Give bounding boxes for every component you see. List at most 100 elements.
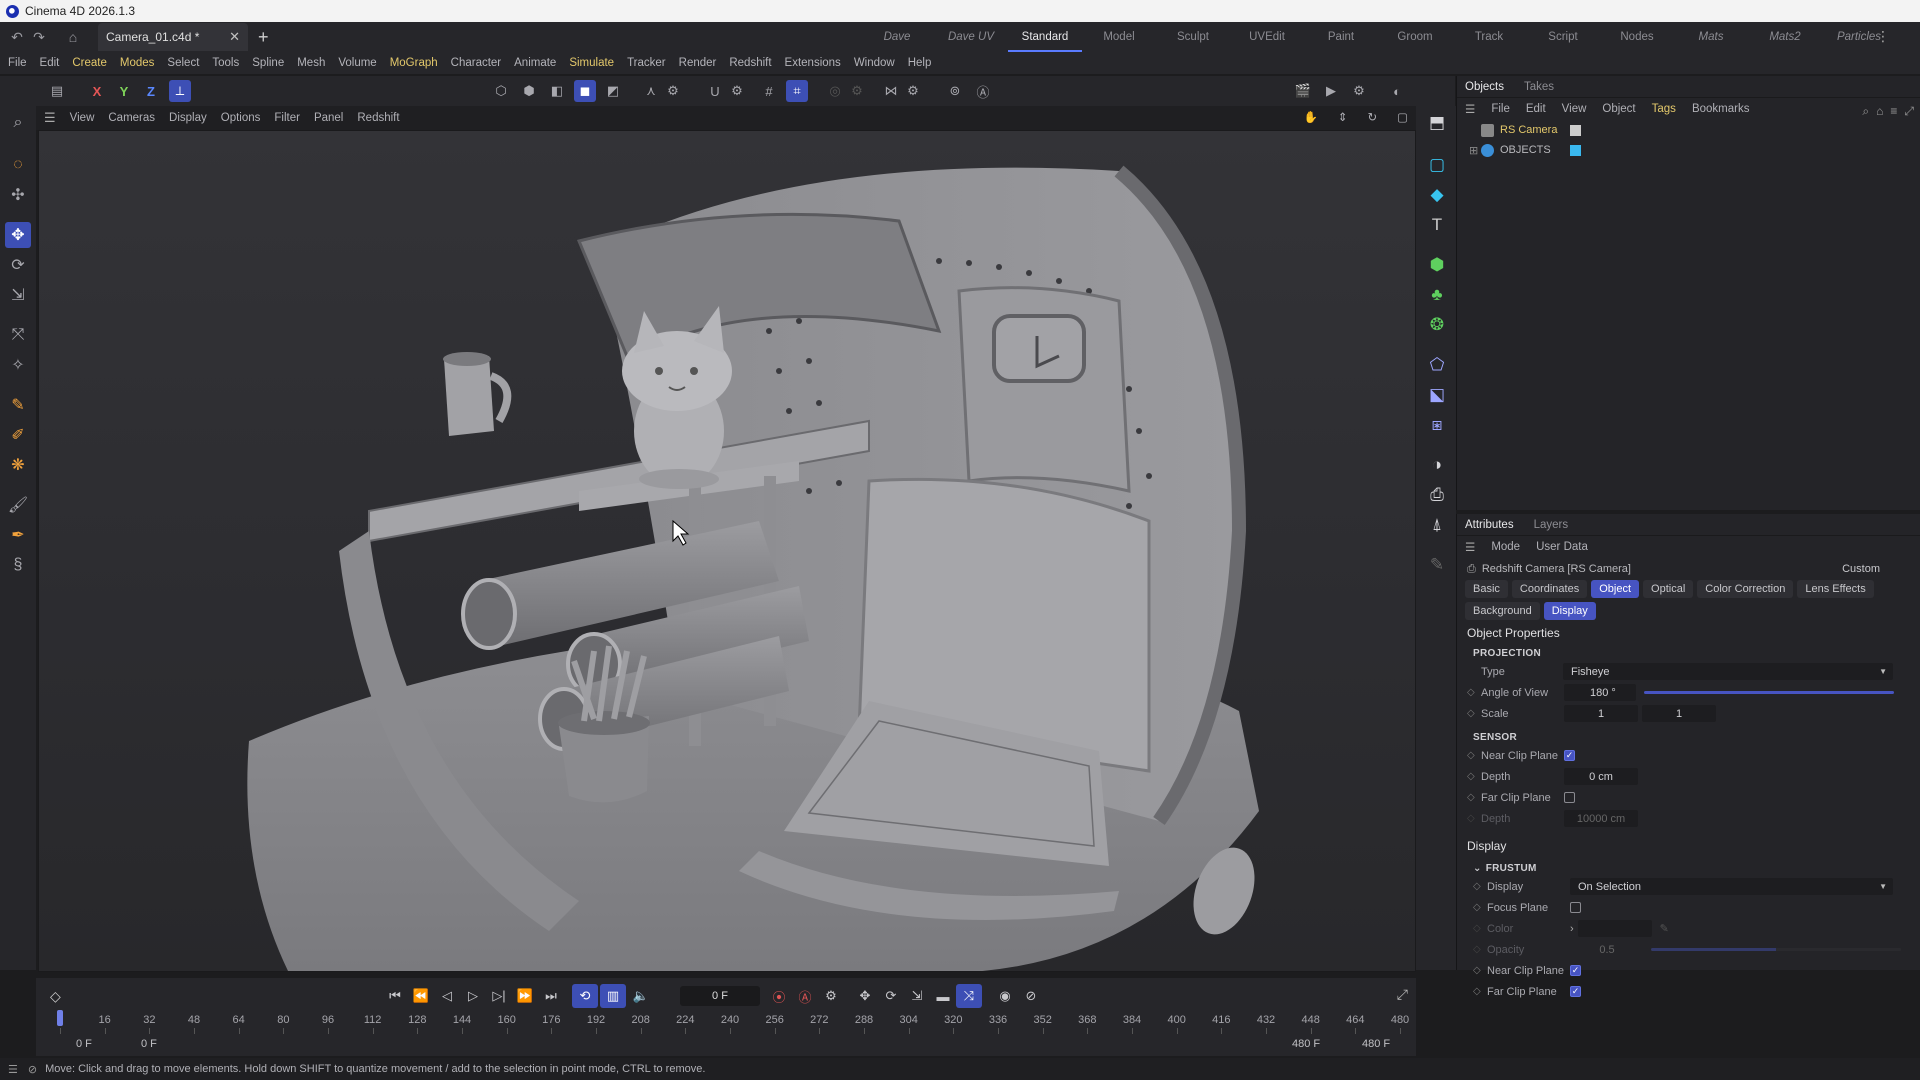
cube-primitive-icon[interactable]: ▢ — [1424, 152, 1450, 178]
menu-item[interactable]: Simulate — [569, 57, 614, 69]
undo-icon[interactable]: ↶ — [6, 26, 28, 48]
menu-item[interactable]: Mesh — [297, 57, 325, 69]
motion-system-icon[interactable]: ⊘ — [1018, 984, 1044, 1008]
render-view-icon[interactable]: 🎬 — [1292, 80, 1314, 102]
sound-icon[interactable]: 🔈 — [628, 984, 654, 1008]
viewport-menu-cameras[interactable]: Cameras — [108, 112, 155, 124]
layout-tab[interactable]: UVEdit — [1230, 22, 1304, 52]
scale-y-field[interactable]: 1 — [1642, 705, 1716, 722]
playhead[interactable] — [57, 1010, 63, 1026]
next-key-icon[interactable]: ⏩ — [512, 984, 538, 1008]
close-tab-icon[interactable]: ✕ — [229, 29, 240, 45]
object-menu-item[interactable]: Object — [1602, 103, 1635, 115]
expand-toggle-icon[interactable]: ⊞ — [1469, 144, 1481, 157]
chevron-right-icon[interactable]: › — [1570, 923, 1574, 935]
menu-item[interactable]: MoGraph — [390, 57, 438, 69]
min-time-field[interactable]: 0 F — [76, 1038, 92, 1050]
keyframe-diamond-icon[interactable]: ◇ — [1473, 881, 1487, 892]
key-position-icon[interactable]: ✥ — [852, 984, 878, 1008]
angle-of-view-slider[interactable] — [1644, 691, 1894, 694]
polygons-mode-icon[interactable]: ◧ — [546, 80, 568, 102]
attribute-tab-button[interactable]: Background — [1465, 602, 1540, 620]
current-frame-field[interactable]: 0 F — [680, 986, 760, 1006]
object-menu-item[interactable]: View — [1562, 103, 1587, 115]
spline-tools-icon[interactable]: ❋ — [5, 452, 31, 478]
preview-end-field[interactable]: 480 F — [1292, 1038, 1320, 1050]
menu-item[interactable]: Tools — [212, 57, 239, 69]
deformer-icon[interactable]: ⬠ — [1424, 352, 1450, 378]
keyframe-diamond-icon[interactable]: ◇ — [1467, 708, 1481, 719]
far-clip-checkbox[interactable] — [1564, 792, 1575, 803]
symmetry-icon[interactable]: ⋈ — [880, 80, 902, 102]
polygon-pen-icon[interactable]: ✒ — [5, 522, 31, 548]
keyframe-diamond-icon[interactable]: ◇ — [1467, 687, 1481, 698]
layout-tab[interactable]: Mats — [1674, 22, 1748, 52]
attribute-tab-button[interactable]: Display — [1543, 602, 1596, 620]
selection-tools-icon[interactable]: ✣ — [5, 182, 31, 208]
viewport-menu-view[interactable]: View — [70, 112, 95, 124]
points-mode-icon[interactable]: ⬡ — [490, 80, 512, 102]
light-icon[interactable]: ◑ — [1424, 452, 1450, 478]
texture-mode-icon[interactable]: ◩ — [602, 80, 624, 102]
snap-icon[interactable]: U — [704, 80, 726, 102]
keyframe-diamond-icon[interactable]: ◇ — [1473, 965, 1487, 976]
layout-switch-icon[interactable]: ⬒ — [1424, 110, 1450, 136]
layout-tab[interactable]: Mats2 — [1748, 22, 1822, 52]
menu-item[interactable]: Character — [451, 57, 502, 69]
menu-item[interactable]: File — [8, 57, 27, 69]
floor-icon[interactable]: ⍋ — [1424, 512, 1450, 538]
layout-tab[interactable]: Dave UV — [934, 22, 1008, 52]
home-icon[interactable]: ⌂ — [62, 26, 84, 48]
layout-tab[interactable]: Standard — [1008, 22, 1082, 52]
grid-icon[interactable]: # — [758, 80, 780, 102]
go-to-end-icon[interactable]: ⏭ — [538, 984, 564, 1008]
move-tool-icon[interactable]: ✥ — [5, 222, 31, 248]
playback-range-icon[interactable]: ▥ — [600, 984, 626, 1008]
workplane-icon[interactable]: ⌗ — [786, 80, 808, 102]
pan-icon[interactable]: ✋ — [1304, 110, 1318, 124]
z-axis-toggle[interactable]: Z — [140, 80, 162, 102]
key-scale-icon[interactable]: ⇲ — [904, 984, 930, 1008]
frustum-display-dropdown[interactable]: On Selection ▼ — [1570, 878, 1893, 895]
layout-tab[interactable]: Model — [1082, 22, 1156, 52]
attr-menu-mode[interactable]: Mode — [1491, 541, 1520, 553]
object-menu-item[interactable]: Tags — [1652, 103, 1676, 115]
keyframe-icon[interactable]: ◇ — [50, 988, 61, 1005]
tab-objects[interactable]: Objects — [1465, 81, 1504, 97]
layout-tab[interactable]: Track — [1452, 22, 1526, 52]
viewport-menu-filter[interactable]: Filter — [274, 112, 300, 124]
snap-settings-icon[interactable]: ⚙ — [726, 80, 748, 102]
search-icon[interactable]: ⌕ — [1862, 104, 1869, 119]
viewport-menu-panel[interactable]: Panel — [314, 112, 343, 124]
cloner-icon[interactable]: ♣ — [1424, 282, 1450, 308]
3d-viewport[interactable] — [38, 130, 1416, 972]
angle-of-view-field[interactable]: 180 ° — [1564, 684, 1636, 701]
keyframe-diamond-icon[interactable]: ◇ — [1467, 792, 1481, 803]
object-manager-icon[interactable]: ▤ — [46, 80, 68, 102]
knife-tool-icon[interactable]: § — [5, 552, 31, 578]
attr-menu-user-data[interactable]: User Data — [1536, 541, 1588, 553]
edges-mode-icon[interactable]: ⬢ — [518, 80, 540, 102]
near-clip-checkbox[interactable]: ✓ — [1564, 750, 1575, 761]
attribute-tab-button[interactable]: Color Correction — [1697, 580, 1794, 598]
rotate-tool-icon[interactable]: ⟳ — [5, 252, 31, 278]
viewport-hamburger-icon[interactable]: ☰ — [44, 110, 56, 126]
scale-x-field[interactable]: 1 — [1564, 705, 1638, 722]
menu-item[interactable]: Extensions — [785, 57, 841, 69]
frustum-far-clip-checkbox[interactable]: ✓ — [1570, 986, 1581, 997]
object-name[interactable]: OBJECTS — [1500, 144, 1560, 156]
spline-sketch-icon[interactable]: ✐ — [5, 422, 31, 448]
soft-selection-icon[interactable]: ◎ — [824, 80, 846, 102]
magnet-icon[interactable]: Ⓐ — [972, 80, 994, 102]
object-menu-item[interactable]: Bookmarks — [1692, 103, 1750, 115]
timeline-ruler[interactable]: 0163248648096112128144160176192208224240… — [50, 1014, 1410, 1034]
menu-item[interactable]: Tracker — [627, 57, 666, 69]
key-pla-icon[interactable]: ⤨ — [956, 984, 982, 1008]
max-time-field[interactable]: 480 F — [1362, 1038, 1390, 1050]
layout-tab[interactable]: Sculpt — [1156, 22, 1230, 52]
key-param-icon[interactable]: ▬ — [930, 984, 956, 1008]
transfer-tool-icon[interactable]: ⤧ — [5, 322, 31, 348]
chevron-down-icon[interactable]: ⌄ — [1473, 863, 1482, 874]
focus-plane-checkbox[interactable] — [1570, 902, 1581, 913]
add-tab-icon[interactable]: + — [258, 27, 269, 48]
